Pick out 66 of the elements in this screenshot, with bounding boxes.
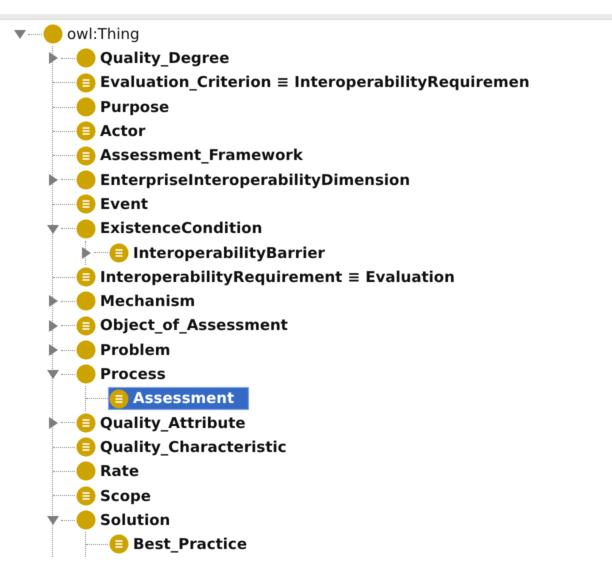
tree-item[interactable]: Purpose <box>75 96 184 119</box>
class-label: Solution <box>100 510 170 531</box>
class-label: Mechanism <box>100 291 196 312</box>
class-label: Event <box>100 194 148 215</box>
defined-class-icon <box>76 486 96 506</box>
class-icon <box>76 510 96 530</box>
class-label: Actor <box>100 121 146 142</box>
tree-item[interactable]: owl:Thing <box>42 22 155 46</box>
tree-item[interactable]: Process <box>75 362 181 386</box>
tree-item[interactable]: ExistenceCondition <box>75 217 278 240</box>
class-label: Quality_Characteristic <box>100 436 287 458</box>
class-label: Rate <box>100 461 140 482</box>
tree-item[interactable]: Scope <box>75 484 166 508</box>
class-label: Quality_Degree <box>100 48 230 70</box>
defined-class-icon <box>76 72 96 93</box>
defined-class-icon <box>76 412 96 433</box>
class-icon <box>76 48 96 68</box>
tree-item[interactable]: Quality_Degree <box>75 46 244 70</box>
class-label: Quality_Attribute <box>100 412 246 434</box>
tree-item[interactable]: Solution <box>75 508 186 532</box>
defined-class-icon <box>76 437 96 458</box>
tree-item[interactable]: Object_of_Assessment <box>75 314 303 338</box>
tree-item[interactable]: Best_Practice <box>108 532 262 556</box>
class-label: Best_Practice <box>133 534 247 556</box>
class-label: owl:Thing <box>67 24 140 45</box>
class-icon <box>76 97 96 118</box>
tree-item[interactable]: Evaluation_Criterion ≡ InteroperabilityRequiremen <box>75 71 544 94</box>
class-icon <box>76 218 96 239</box>
defined-class-icon <box>76 194 96 214</box>
class-label: InteroperabilityRequirement ≡ Evaluation <box>100 266 455 288</box>
class-label: Object_of_Assessment <box>100 315 288 336</box>
tree-item[interactable]: Quality_Characteristic <box>75 436 302 459</box>
defined-class-icon <box>76 146 96 166</box>
class-label: Evaluation_Criterion ≡ InteroperabilityRequiremen <box>100 72 530 94</box>
tree-item[interactable]: Actor <box>75 120 160 143</box>
defined-class-icon <box>76 316 96 336</box>
class-label: EnterpriseInteroperabilityDimension <box>100 170 410 191</box>
class-icon <box>43 24 63 44</box>
tree-item[interactable]: Assessment_Framework <box>75 144 318 168</box>
class-label: Purpose <box>100 96 170 118</box>
tree-item[interactable]: Quality_Attribute <box>75 411 261 434</box>
tree-item[interactable]: EnterpriseInteroperabilityDimension <box>75 168 426 192</box>
class-icon <box>76 340 96 360</box>
tree-item[interactable]: Rate <box>75 460 154 483</box>
defined-class-icon <box>109 388 129 409</box>
tree-item[interactable]: Event <box>75 192 164 216</box>
class-label: Process <box>100 364 166 386</box>
class-icon <box>76 364 96 384</box>
class-label: Assessment_Framework <box>100 145 303 166</box>
tree-item[interactable]: Problem <box>75 338 186 362</box>
class-icon <box>76 461 96 482</box>
defined-class-icon <box>109 534 129 554</box>
class-label: Scope <box>100 486 151 507</box>
tree-item[interactable]: InteroperabilityBarrier <box>108 241 340 264</box>
tree-item[interactable]: Mechanism <box>75 290 210 313</box>
defined-class-icon <box>109 242 129 263</box>
tree-item[interactable]: InteroperabilityRequirement ≡ Evaluation <box>75 266 470 289</box>
class-label: InteroperabilityBarrier <box>133 242 325 264</box>
class-label: Assessment <box>133 388 234 410</box>
selected-tree-item[interactable]: Assessment <box>108 387 250 410</box>
class-label: ExistenceCondition <box>100 218 262 240</box>
class-icon <box>76 170 96 190</box>
defined-class-icon <box>76 267 96 288</box>
class-label: Problem <box>100 340 170 361</box>
defined-class-icon <box>76 121 96 142</box>
class-icon <box>76 291 96 312</box>
